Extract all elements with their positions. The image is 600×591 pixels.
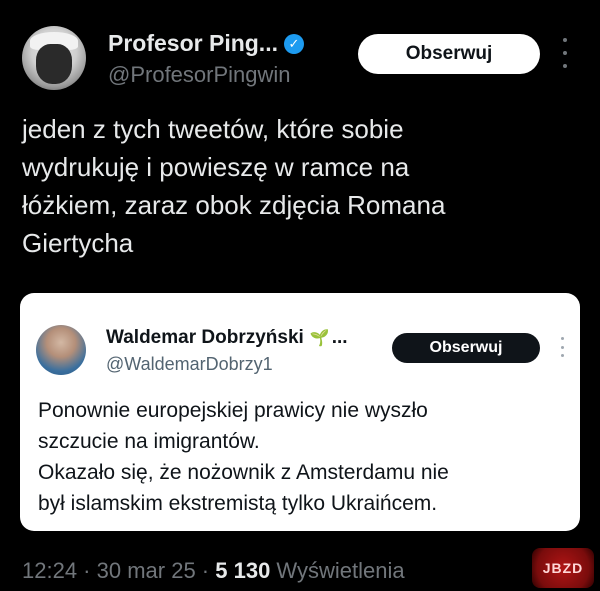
quoted-author-handle[interactable]: @WaldemarDobrzy1 (106, 354, 273, 375)
author-name[interactable]: Profesor Ping... (108, 30, 278, 57)
avatar-face-shape (36, 44, 72, 84)
tweet-time[interactable]: 12:24 (22, 558, 77, 583)
quoted-author-name[interactable]: Waldemar Dobrzyński (106, 327, 304, 349)
tweet-text: jeden z tych tweetów, które sobie wydruk… (22, 114, 446, 258)
tweet-date[interactable]: 30 mar 25 (97, 558, 196, 583)
quoted-author-avatar[interactable] (36, 325, 86, 375)
tweet-meta: 12:24 · 30 mar 25 · 5 130 Wyświetlenia (22, 558, 405, 584)
quoted-more-options-icon[interactable] (558, 337, 566, 357)
meta-separator: · (195, 558, 216, 583)
verified-badge-icon: ✓ (283, 33, 304, 54)
views-label: Wyświetlenia (270, 558, 405, 583)
author-handle[interactable]: @ProfesorPingwin (108, 62, 291, 88)
views-count: 5 130 (215, 558, 271, 583)
quoted-follow-button[interactable]: Obserwuj (392, 333, 540, 363)
follow-button[interactable]: Obserwuj (358, 34, 540, 74)
quoted-author-name-row: Waldemar Dobrzyński 🌱 ... (106, 327, 348, 349)
jbzd-watermark-logo: JBZD (532, 548, 594, 588)
sprout-icon: 🌱 (309, 330, 330, 347)
tweet-header: Profesor Ping... ✓ @ProfesorPingwin Obse… (22, 26, 582, 96)
quoted-tweet-card[interactable]: Waldemar Dobrzyński 🌱 ... @WaldemarDobrz… (20, 293, 580, 531)
meta-separator: · (77, 558, 97, 583)
author-name-row: Profesor Ping... ✓ (108, 30, 304, 57)
quoted-name-ellipsis: ... (331, 327, 348, 348)
quoted-tweet-text: Ponownie europejskiej prawicy nie wyszło… (38, 399, 449, 515)
author-avatar[interactable] (22, 26, 86, 90)
more-options-icon[interactable] (560, 38, 570, 68)
